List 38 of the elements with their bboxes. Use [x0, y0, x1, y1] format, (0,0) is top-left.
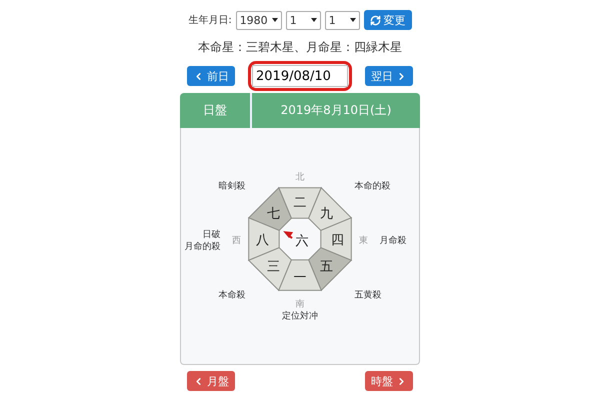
caret-icon — [310, 18, 317, 22]
sector-note: 日破 — [202, 230, 221, 240]
direction-label: 南 — [296, 300, 304, 310]
sector-note: 本命的殺 — [354, 181, 391, 192]
star-number: 三 — [266, 260, 280, 275]
next-day-button[interactable]: 翌日 — [365, 66, 413, 86]
star-number: 二 — [294, 195, 306, 210]
direction-label: 東 — [358, 236, 368, 246]
star-number: 七 — [266, 206, 280, 222]
previous-day-button[interactable]: 前日 — [187, 66, 235, 86]
center-number: 六 — [295, 234, 308, 249]
star-number: 八 — [256, 233, 269, 248]
sector-note: 月命殺 — [379, 236, 406, 246]
sector-note: 本命殺 — [218, 290, 246, 301]
direction-label: 西 — [232, 236, 242, 246]
date-field[interactable]: 2019/08/10 — [252, 65, 348, 87]
day-select[interactable]: 1 — [324, 10, 360, 30]
star-number: 四 — [331, 233, 344, 248]
month-select[interactable]: 1 — [286, 10, 321, 30]
sector-note: 月命的殺 — [184, 242, 221, 252]
hour-board-button[interactable]: 時盤 — [365, 371, 413, 391]
sector-note: 暗剣殺 — [218, 181, 246, 192]
month-board-button[interactable]: 月盤 — [187, 371, 235, 391]
star-number: 五 — [320, 260, 334, 275]
sector-note: 五黄殺 — [354, 290, 382, 301]
change-button[interactable]: 変更 — [364, 10, 412, 30]
direction-label: 北 — [296, 172, 304, 183]
sector-note: 定位対冲 — [282, 311, 318, 322]
arrow-icon — [283, 231, 294, 239]
star-info: 本命星：三碧木星、月命星：四緑木星 — [197, 39, 403, 56]
birth-date-label: 生年月日: — [188, 14, 232, 27]
star-number: 九 — [320, 206, 334, 222]
caret-icon — [350, 18, 356, 22]
board-date: 2019年8月10日(土) — [280, 102, 392, 119]
star-number: 一 — [294, 270, 306, 286]
year-select[interactable]: 1980 — [236, 10, 282, 30]
caret-icon — [272, 18, 278, 22]
refresh-icon — [370, 14, 381, 26]
